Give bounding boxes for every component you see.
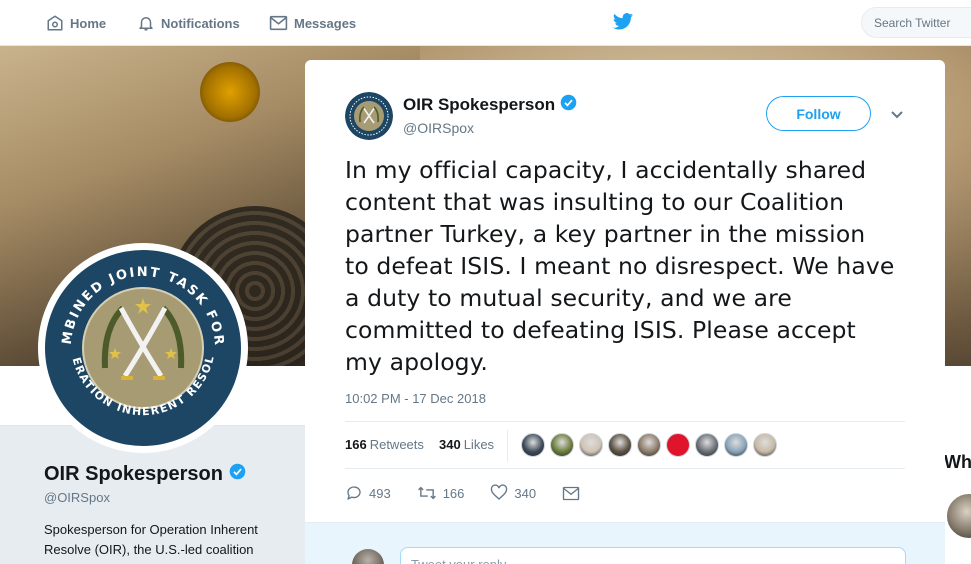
envelope-icon xyxy=(269,15,288,31)
likes-stat[interactable]: 340 Likes xyxy=(439,437,494,452)
profile-handle: @OIRSpox xyxy=(44,490,110,505)
twitter-bird-icon[interactable] xyxy=(612,12,634,37)
bell-icon xyxy=(137,14,155,32)
nav-home-label: Home xyxy=(70,15,107,31)
author-avatar[interactable] xyxy=(345,92,393,140)
likes-count: 340 xyxy=(439,437,461,452)
verified-badge-icon xyxy=(229,463,246,486)
profile-avatar[interactable]: COMBINED JOINT TASK FORCE OPERATION INHE… xyxy=(38,243,248,453)
tweet-text: In my official capacity, I accidentally … xyxy=(345,156,895,376)
reply-input[interactable] xyxy=(400,547,906,564)
heart-icon xyxy=(490,484,508,502)
liker-avatars xyxy=(521,433,777,457)
likes-label: Likes xyxy=(463,437,495,452)
cjtf-emblem-icon xyxy=(345,92,393,140)
liker-avatar[interactable] xyxy=(521,433,545,457)
home-icon xyxy=(46,14,64,32)
who-to-follow-title: Wh xyxy=(944,452,971,472)
tweet-author-row[interactable]: OIR Spokesperson xyxy=(403,94,577,116)
like-button[interactable]: 340 xyxy=(490,484,536,502)
search-input[interactable] xyxy=(861,7,971,38)
reply-composer xyxy=(305,522,945,564)
reply-icon xyxy=(345,484,363,502)
chevron-down-icon[interactable] xyxy=(889,106,905,122)
tweet-timestamp[interactable]: 10:02 PM - 17 Dec 2018 xyxy=(345,391,486,406)
liker-avatar[interactable] xyxy=(579,433,603,457)
retweets-label: Retweets xyxy=(369,437,424,452)
liker-avatar[interactable] xyxy=(550,433,574,457)
direct-message-button[interactable] xyxy=(562,486,580,501)
profile-name: OIR Spokesperson xyxy=(44,463,223,485)
retweets-count: 166 xyxy=(345,437,367,452)
retweet-button[interactable]: 166 xyxy=(417,484,465,502)
tweet-author-handle[interactable]: @OIRSpox xyxy=(403,120,474,136)
tweet-author-name: OIR Spokesperson xyxy=(403,95,556,114)
nav-notifications-label: Notifications xyxy=(161,15,240,31)
liker-avatar[interactable] xyxy=(666,433,690,457)
tweet-modal: OIR Spokesperson @OIRSpox Follow In my o… xyxy=(305,60,945,564)
reply-button[interactable]: 493 xyxy=(345,484,391,502)
follow-button[interactable]: Follow xyxy=(766,96,871,131)
liker-avatar[interactable] xyxy=(695,433,719,457)
nav-notifications[interactable]: Notifications xyxy=(137,0,240,46)
verified-badge-icon xyxy=(560,94,577,116)
stats-divider xyxy=(507,430,508,462)
like-count: 340 xyxy=(514,485,537,501)
retweet-icon xyxy=(417,484,437,502)
liker-avatar[interactable] xyxy=(608,433,632,457)
retweets-stat[interactable]: 166 Retweets xyxy=(345,437,424,452)
top-navigation: Home Notifications Messages xyxy=(0,0,971,46)
tweet-stats: 166 Retweets 340 Likes xyxy=(345,421,905,469)
tweet-actions: 493 166 340 xyxy=(345,481,606,505)
nav-home[interactable]: Home xyxy=(46,0,106,46)
envelope-icon xyxy=(562,486,580,501)
nav-messages[interactable]: Messages xyxy=(269,0,356,46)
nav-messages-label: Messages xyxy=(294,15,357,31)
liker-avatar[interactable] xyxy=(753,433,777,457)
banner-headlamp xyxy=(200,62,260,122)
profile-name-row: OIR Spokesperson xyxy=(44,463,246,486)
current-user-avatar[interactable] xyxy=(352,549,384,564)
liker-avatar[interactable] xyxy=(637,433,661,457)
liker-avatar[interactable] xyxy=(724,433,748,457)
reply-count: 493 xyxy=(369,485,391,501)
cjtf-emblem-icon: COMBINED JOINT TASK FORCE OPERATION INHE… xyxy=(43,248,241,446)
retweet-count: 166 xyxy=(442,485,465,501)
profile-bio: Spokesperson for Operation Inherent Reso… xyxy=(44,522,258,557)
